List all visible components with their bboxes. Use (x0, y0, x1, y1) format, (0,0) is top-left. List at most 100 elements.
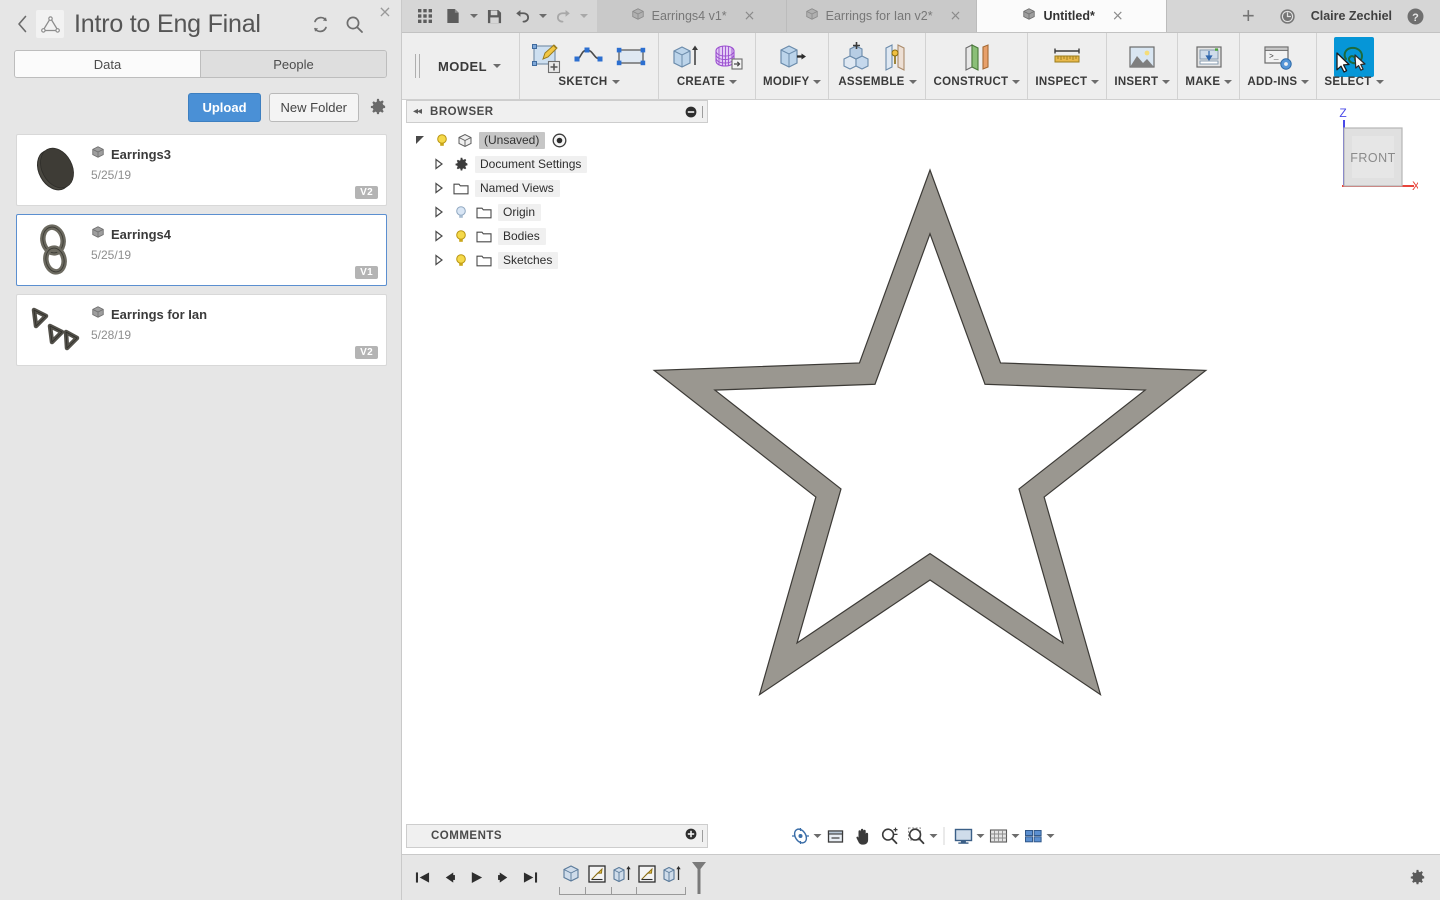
document-tab-earrings-for-ian[interactable]: Earrings for Ian v2* × (787, 0, 977, 32)
look-at-tool[interactable] (823, 824, 849, 848)
chevron-down-icon[interactable] (1046, 834, 1055, 838)
tree-node-named-views[interactable]: Named Views (412, 176, 708, 200)
play-icon[interactable] (464, 865, 489, 891)
close-icon[interactable]: × (950, 9, 962, 23)
ribbon-group-label-create[interactable]: CREATE (677, 76, 738, 88)
display-settings-tool[interactable] (951, 824, 985, 848)
tree-node-bodies[interactable]: Bodies (412, 224, 708, 248)
back-chevron-icon[interactable] (12, 10, 32, 38)
document-tab-earrings4[interactable]: Earrings4 v1* × (597, 0, 787, 32)
tree-node-origin[interactable]: Origin (412, 200, 708, 224)
expand-triangle-icon[interactable] (431, 206, 447, 218)
sketch-feature-icon[interactable] (584, 861, 609, 887)
ribbon-group-label-select[interactable]: SELECT (1324, 76, 1384, 88)
ribbon-group-label-modify[interactable]: MODIFY (763, 76, 822, 88)
expand-triangle-icon[interactable] (431, 254, 447, 266)
joint-icon[interactable] (878, 37, 918, 77)
panel-resize-handle[interactable] (702, 830, 703, 842)
grid-snap-tool[interactable] (986, 824, 1020, 848)
tab-data[interactable]: Data (15, 51, 200, 77)
new-tab-button[interactable]: + (1232, 5, 1265, 27)
measure-icon[interactable] (1047, 37, 1087, 77)
expand-triangle-icon[interactable] (431, 158, 447, 170)
undo-dropdown-caret[interactable] (537, 14, 548, 18)
ribbon-group-label-construct[interactable]: CONSTRUCT (933, 76, 1021, 88)
create-sketch-icon[interactable] (527, 37, 567, 77)
panel-resize-handle[interactable] (702, 105, 703, 118)
extrude-icon[interactable] (666, 37, 706, 77)
insert-image-icon[interactable] (1122, 37, 1162, 77)
help-question-icon[interactable]: ? (1402, 3, 1428, 29)
new-file-dropdown-caret[interactable] (468, 14, 479, 18)
pan-tool[interactable] (850, 824, 876, 848)
form-icon[interactable] (708, 37, 748, 77)
expand-triangle-icon[interactable] (431, 230, 447, 242)
ribbon-group-label-assemble[interactable]: ASSEMBLE (838, 76, 917, 88)
viewport-layout-tool[interactable] (1021, 824, 1055, 848)
gear-icon[interactable] (1409, 869, 1426, 886)
collapse-left-icon[interactable]: ◂◂ (413, 106, 422, 117)
scripts-addins-icon[interactable]: >_ (1258, 37, 1298, 77)
new-file-icon[interactable] (440, 3, 466, 29)
step-back-icon[interactable] (437, 865, 462, 891)
user-name[interactable]: Claire Zechiel (1311, 9, 1392, 23)
sketch-feature-icon[interactable] (634, 861, 659, 887)
active-component-radio[interactable] (550, 133, 568, 148)
new-folder-button[interactable]: New Folder (268, 92, 359, 122)
redo-icon[interactable] (550, 3, 576, 29)
skip-start-icon[interactable] (410, 865, 435, 891)
extrude-feature-icon[interactable] (659, 861, 684, 887)
chevron-down-icon[interactable] (929, 834, 938, 838)
skip-end-icon[interactable] (518, 865, 543, 891)
chevron-down-icon[interactable] (813, 834, 822, 838)
lightbulb-on-icon[interactable] (433, 133, 451, 148)
lightbulb-on-icon[interactable] (452, 253, 470, 268)
lightbulb-on-icon[interactable] (452, 229, 470, 244)
plus-circle-icon[interactable] (685, 827, 697, 845)
expand-triangle-icon[interactable] (431, 182, 447, 194)
upload-button[interactable]: Upload (188, 92, 261, 122)
tree-node-sketches[interactable]: Sketches (412, 248, 708, 272)
close-panel-icon[interactable]: × (377, 4, 393, 21)
list-item[interactable]: Earrings3 5/25/19 V2 (16, 134, 387, 206)
list-item[interactable]: Earrings for Ian 5/28/19 V2 (16, 294, 387, 366)
extrude-feature-icon[interactable] (609, 861, 634, 887)
ribbon-group-label-inspect[interactable]: INSPECT (1035, 76, 1100, 88)
ribbon-group-label-make[interactable]: MAKE (1185, 76, 1233, 88)
ribbon-group-label-addins[interactable]: ADD-INS (1247, 76, 1310, 88)
offset-plane-icon[interactable] (957, 37, 997, 77)
job-status-clock-icon[interactable] (1275, 3, 1301, 29)
close-icon[interactable]: × (744, 9, 756, 23)
chevron-down-icon[interactable] (976, 834, 985, 838)
refresh-icon[interactable] (309, 13, 331, 35)
view-cube[interactable]: Z X FRONT (1318, 106, 1420, 200)
document-tab-untitled[interactable]: Untitled* × (977, 0, 1167, 32)
3d-print-icon[interactable] (1189, 37, 1229, 77)
undo-icon[interactable] (509, 3, 535, 29)
timeline-marker-icon[interactable] (690, 861, 708, 900)
chevron-down-icon[interactable] (1011, 834, 1020, 838)
select-lasso-icon[interactable] (1333, 37, 1374, 77)
new-component-icon[interactable] (836, 37, 876, 77)
tree-node-unsaved[interactable]: (Unsaved) (412, 128, 708, 152)
orbit-tool[interactable] (788, 824, 822, 848)
redo-dropdown-caret[interactable] (578, 14, 589, 18)
spline-icon[interactable] (569, 37, 609, 77)
save-icon[interactable] (481, 3, 507, 29)
ribbon-group-label-sketch[interactable]: SKETCH (558, 76, 620, 88)
zoom-window-tool[interactable] (904, 824, 938, 848)
canvas-work-area[interactable]: ◂◂ BROWSER (Unsaved) Document Settings N… (402, 100, 1440, 854)
minus-circle-icon[interactable] (685, 106, 697, 118)
workspace-selector[interactable]: MODEL (424, 33, 520, 99)
gear-icon[interactable] (367, 96, 389, 118)
component-feature-icon[interactable] (559, 861, 584, 887)
rectangle-icon[interactable] (611, 37, 651, 77)
search-icon[interactable] (343, 13, 365, 35)
press-pull-icon[interactable] (772, 37, 812, 77)
app-grid-icon[interactable] (412, 3, 438, 29)
zoom-tool[interactable] (877, 824, 903, 848)
step-forward-icon[interactable] (491, 865, 516, 891)
ribbon-group-label-insert[interactable]: INSERT (1114, 76, 1171, 88)
tab-people[interactable]: People (200, 51, 386, 77)
tree-node-document-settings[interactable]: Document Settings (412, 152, 708, 176)
